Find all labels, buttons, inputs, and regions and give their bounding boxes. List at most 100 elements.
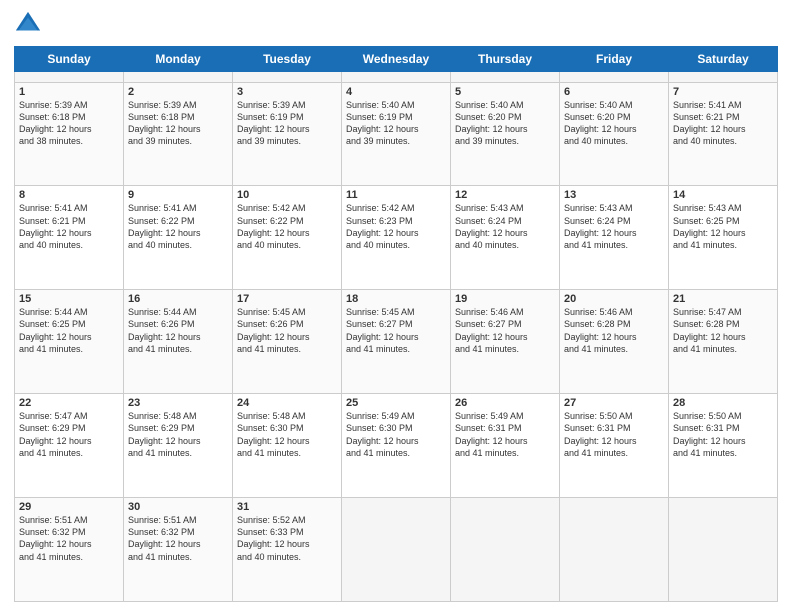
day-info: Sunrise: 5:42 AM Sunset: 6:22 PM Dayligh… bbox=[237, 202, 337, 251]
calendar-cell bbox=[124, 72, 233, 83]
calendar-cell: 24Sunrise: 5:48 AM Sunset: 6:30 PM Dayli… bbox=[233, 394, 342, 498]
calendar-cell: 22Sunrise: 5:47 AM Sunset: 6:29 PM Dayli… bbox=[15, 394, 124, 498]
header bbox=[14, 10, 778, 38]
day-info: Sunrise: 5:48 AM Sunset: 6:30 PM Dayligh… bbox=[237, 410, 337, 459]
calendar-cell: 27Sunrise: 5:50 AM Sunset: 6:31 PM Dayli… bbox=[560, 394, 669, 498]
calendar-header-row: SundayMondayTuesdayWednesdayThursdayFrid… bbox=[15, 47, 778, 72]
calendar-cell bbox=[451, 72, 560, 83]
day-info: Sunrise: 5:41 AM Sunset: 6:22 PM Dayligh… bbox=[128, 202, 228, 251]
calendar-cell: 13Sunrise: 5:43 AM Sunset: 6:24 PM Dayli… bbox=[560, 186, 669, 290]
day-number: 16 bbox=[128, 293, 228, 305]
day-number: 9 bbox=[128, 189, 228, 201]
calendar-cell: 18Sunrise: 5:45 AM Sunset: 6:27 PM Dayli… bbox=[342, 290, 451, 394]
day-number: 21 bbox=[673, 293, 773, 305]
day-info: Sunrise: 5:44 AM Sunset: 6:26 PM Dayligh… bbox=[128, 306, 228, 355]
day-number: 2 bbox=[128, 86, 228, 98]
calendar-cell: 20Sunrise: 5:46 AM Sunset: 6:28 PM Dayli… bbox=[560, 290, 669, 394]
day-header-tuesday: Tuesday bbox=[233, 47, 342, 72]
day-number: 5 bbox=[455, 86, 555, 98]
day-number: 18 bbox=[346, 293, 446, 305]
calendar-cell bbox=[233, 72, 342, 83]
day-info: Sunrise: 5:46 AM Sunset: 6:27 PM Dayligh… bbox=[455, 306, 555, 355]
calendar-cell: 28Sunrise: 5:50 AM Sunset: 6:31 PM Dayli… bbox=[669, 394, 778, 498]
day-number: 25 bbox=[346, 397, 446, 409]
day-info: Sunrise: 5:41 AM Sunset: 6:21 PM Dayligh… bbox=[19, 202, 119, 251]
day-header-thursday: Thursday bbox=[451, 47, 560, 72]
day-number: 4 bbox=[346, 86, 446, 98]
day-info: Sunrise: 5:50 AM Sunset: 6:31 PM Dayligh… bbox=[564, 410, 664, 459]
calendar-week-4: 22Sunrise: 5:47 AM Sunset: 6:29 PM Dayli… bbox=[15, 394, 778, 498]
day-header-friday: Friday bbox=[560, 47, 669, 72]
day-number: 7 bbox=[673, 86, 773, 98]
day-number: 12 bbox=[455, 189, 555, 201]
calendar-cell bbox=[342, 498, 451, 602]
day-number: 24 bbox=[237, 397, 337, 409]
day-info: Sunrise: 5:43 AM Sunset: 6:24 PM Dayligh… bbox=[564, 202, 664, 251]
day-info: Sunrise: 5:40 AM Sunset: 6:20 PM Dayligh… bbox=[564, 99, 664, 148]
day-info: Sunrise: 5:45 AM Sunset: 6:26 PM Dayligh… bbox=[237, 306, 337, 355]
day-number: 8 bbox=[19, 189, 119, 201]
day-info: Sunrise: 5:40 AM Sunset: 6:19 PM Dayligh… bbox=[346, 99, 446, 148]
day-header-sunday: Sunday bbox=[15, 47, 124, 72]
calendar-cell: 7Sunrise: 5:41 AM Sunset: 6:21 PM Daylig… bbox=[669, 82, 778, 186]
calendar-cell: 5Sunrise: 5:40 AM Sunset: 6:20 PM Daylig… bbox=[451, 82, 560, 186]
day-number: 15 bbox=[19, 293, 119, 305]
day-header-wednesday: Wednesday bbox=[342, 47, 451, 72]
page: SundayMondayTuesdayWednesdayThursdayFrid… bbox=[0, 0, 792, 612]
day-number: 26 bbox=[455, 397, 555, 409]
calendar-cell: 21Sunrise: 5:47 AM Sunset: 6:28 PM Dayli… bbox=[669, 290, 778, 394]
day-number: 13 bbox=[564, 189, 664, 201]
day-info: Sunrise: 5:47 AM Sunset: 6:29 PM Dayligh… bbox=[19, 410, 119, 459]
day-number: 22 bbox=[19, 397, 119, 409]
calendar-cell: 17Sunrise: 5:45 AM Sunset: 6:26 PM Dayli… bbox=[233, 290, 342, 394]
day-number: 28 bbox=[673, 397, 773, 409]
day-info: Sunrise: 5:50 AM Sunset: 6:31 PM Dayligh… bbox=[673, 410, 773, 459]
day-info: Sunrise: 5:39 AM Sunset: 6:19 PM Dayligh… bbox=[237, 99, 337, 148]
calendar-cell: 14Sunrise: 5:43 AM Sunset: 6:25 PM Dayli… bbox=[669, 186, 778, 290]
calendar-cell: 6Sunrise: 5:40 AM Sunset: 6:20 PM Daylig… bbox=[560, 82, 669, 186]
day-info: Sunrise: 5:40 AM Sunset: 6:20 PM Dayligh… bbox=[455, 99, 555, 148]
calendar-cell: 23Sunrise: 5:48 AM Sunset: 6:29 PM Dayli… bbox=[124, 394, 233, 498]
calendar-cell: 11Sunrise: 5:42 AM Sunset: 6:23 PM Dayli… bbox=[342, 186, 451, 290]
calendar-cell: 25Sunrise: 5:49 AM Sunset: 6:30 PM Dayli… bbox=[342, 394, 451, 498]
day-number: 10 bbox=[237, 189, 337, 201]
calendar-cell bbox=[342, 72, 451, 83]
calendar-cell bbox=[15, 72, 124, 83]
day-info: Sunrise: 5:45 AM Sunset: 6:27 PM Dayligh… bbox=[346, 306, 446, 355]
logo-icon bbox=[14, 10, 42, 38]
day-info: Sunrise: 5:44 AM Sunset: 6:25 PM Dayligh… bbox=[19, 306, 119, 355]
calendar-cell: 29Sunrise: 5:51 AM Sunset: 6:32 PM Dayli… bbox=[15, 498, 124, 602]
calendar-cell: 1Sunrise: 5:39 AM Sunset: 6:18 PM Daylig… bbox=[15, 82, 124, 186]
calendar-cell: 2Sunrise: 5:39 AM Sunset: 6:18 PM Daylig… bbox=[124, 82, 233, 186]
day-info: Sunrise: 5:39 AM Sunset: 6:18 PM Dayligh… bbox=[19, 99, 119, 148]
day-header-saturday: Saturday bbox=[669, 47, 778, 72]
day-info: Sunrise: 5:42 AM Sunset: 6:23 PM Dayligh… bbox=[346, 202, 446, 251]
calendar-cell bbox=[669, 72, 778, 83]
day-number: 31 bbox=[237, 501, 337, 513]
calendar-cell: 4Sunrise: 5:40 AM Sunset: 6:19 PM Daylig… bbox=[342, 82, 451, 186]
calendar-cell: 12Sunrise: 5:43 AM Sunset: 6:24 PM Dayli… bbox=[451, 186, 560, 290]
day-number: 17 bbox=[237, 293, 337, 305]
day-info: Sunrise: 5:43 AM Sunset: 6:24 PM Dayligh… bbox=[455, 202, 555, 251]
day-info: Sunrise: 5:43 AM Sunset: 6:25 PM Dayligh… bbox=[673, 202, 773, 251]
day-number: 27 bbox=[564, 397, 664, 409]
day-number: 20 bbox=[564, 293, 664, 305]
day-number: 14 bbox=[673, 189, 773, 201]
calendar-cell: 8Sunrise: 5:41 AM Sunset: 6:21 PM Daylig… bbox=[15, 186, 124, 290]
day-number: 1 bbox=[19, 86, 119, 98]
day-info: Sunrise: 5:49 AM Sunset: 6:30 PM Dayligh… bbox=[346, 410, 446, 459]
day-info: Sunrise: 5:41 AM Sunset: 6:21 PM Dayligh… bbox=[673, 99, 773, 148]
calendar-cell: 16Sunrise: 5:44 AM Sunset: 6:26 PM Dayli… bbox=[124, 290, 233, 394]
calendar-cell bbox=[451, 498, 560, 602]
day-info: Sunrise: 5:52 AM Sunset: 6:33 PM Dayligh… bbox=[237, 514, 337, 563]
calendar-week-1: 1Sunrise: 5:39 AM Sunset: 6:18 PM Daylig… bbox=[15, 82, 778, 186]
day-header-monday: Monday bbox=[124, 47, 233, 72]
day-info: Sunrise: 5:48 AM Sunset: 6:29 PM Dayligh… bbox=[128, 410, 228, 459]
calendar-cell: 3Sunrise: 5:39 AM Sunset: 6:19 PM Daylig… bbox=[233, 82, 342, 186]
day-info: Sunrise: 5:47 AM Sunset: 6:28 PM Dayligh… bbox=[673, 306, 773, 355]
calendar-week-0 bbox=[15, 72, 778, 83]
calendar-cell bbox=[560, 498, 669, 602]
calendar-table: SundayMondayTuesdayWednesdayThursdayFrid… bbox=[14, 46, 778, 602]
day-number: 3 bbox=[237, 86, 337, 98]
day-number: 6 bbox=[564, 86, 664, 98]
